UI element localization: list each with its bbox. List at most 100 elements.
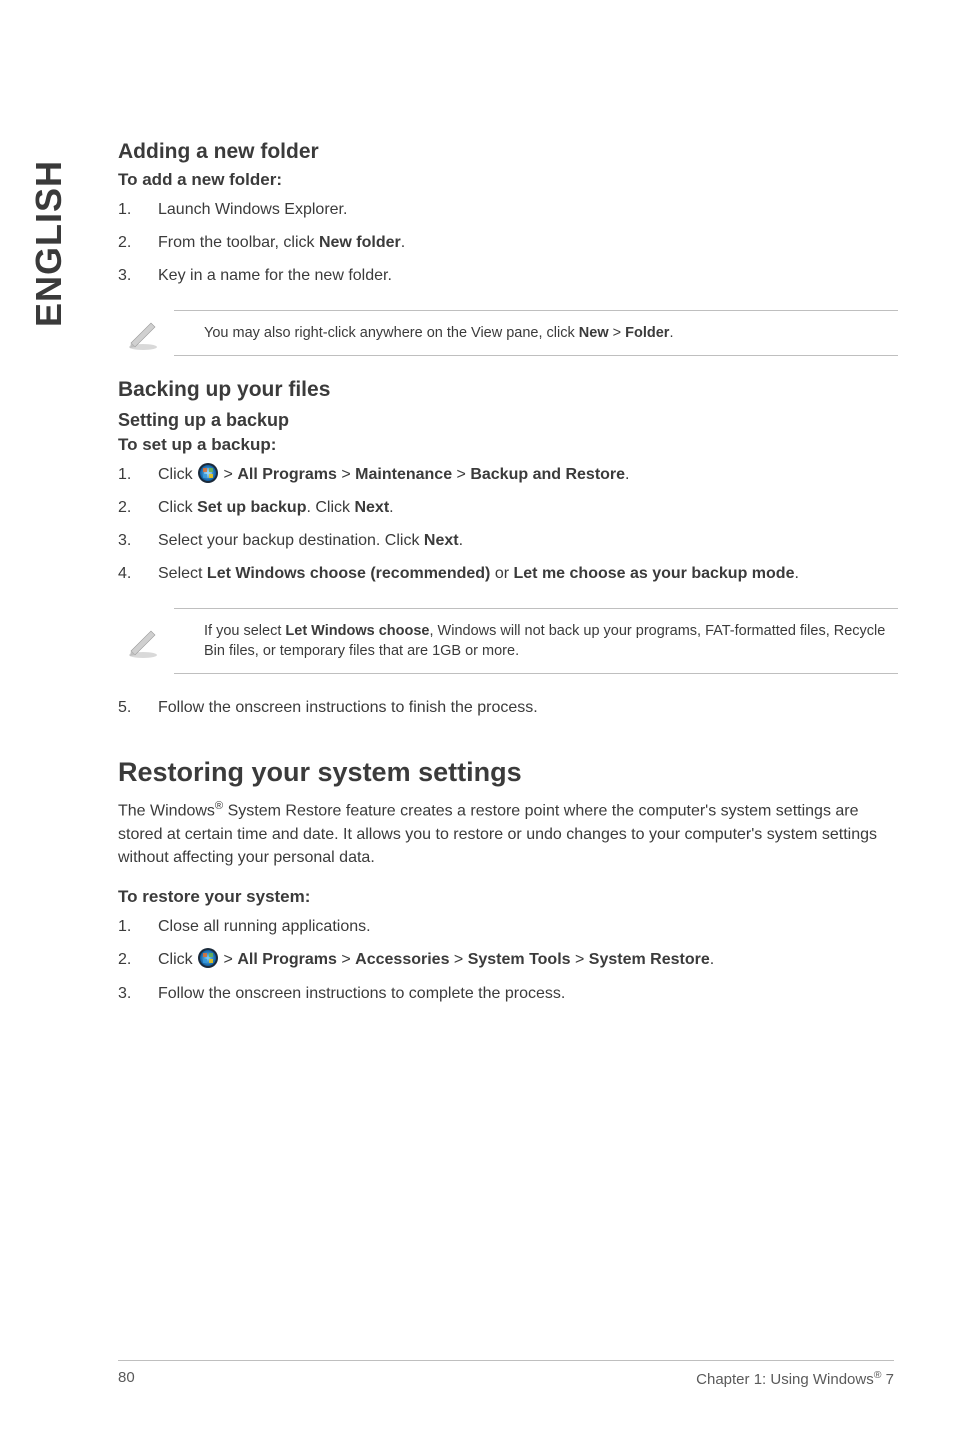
step-number: 4.: [118, 562, 158, 585]
list-item: 5. Follow the onscreen instructions to f…: [118, 696, 898, 719]
text: >: [337, 951, 355, 968]
sub-add-folder: To add a new folder:: [118, 170, 898, 190]
bold-text: Let me choose as your backup mode: [514, 565, 795, 582]
list-item: 3. Key in a name for the new folder.: [118, 264, 898, 287]
heading-add-folder: Adding a new folder: [118, 140, 898, 164]
bold-text: Backup and Restore: [470, 466, 625, 483]
list-item: 1. Launch Windows Explorer.: [118, 198, 898, 221]
bold-text: Folder: [625, 325, 669, 341]
text: >: [337, 466, 355, 483]
step-text: Close all running applications.: [158, 915, 898, 938]
bold-text: New folder: [319, 234, 401, 251]
restore-para: The Windows® System Restore feature crea…: [118, 798, 898, 869]
step-text: From the toolbar, click New folder.: [158, 231, 898, 254]
text: or: [490, 565, 513, 582]
note-block: You may also right-click anywhere on the…: [118, 310, 898, 356]
text: .: [669, 325, 673, 341]
list-item: 2. From the toolbar, click New folder.: [118, 231, 898, 254]
step-number: 2.: [118, 948, 158, 971]
restore-list: 1. Close all running applications. 2. Cl…: [118, 915, 898, 1005]
sup-text: ®: [215, 800, 223, 812]
text: If you select: [204, 623, 285, 639]
bold-text: Maintenance: [355, 466, 452, 483]
windows-orb-icon: [197, 462, 219, 484]
text: From the toolbar, click: [158, 234, 319, 251]
step-text: Select Let Windows choose (recommended) …: [158, 562, 898, 585]
backup-list: 1. Click > All Programs > Maintenance > …: [118, 463, 898, 586]
step-text: Click > All Programs > Maintenance > Bac…: [158, 463, 898, 486]
text: >: [219, 951, 237, 968]
text: >: [452, 466, 470, 483]
add-folder-list: 1. Launch Windows Explorer. 2. From the …: [118, 198, 898, 288]
step-text: Click > All Programs > Accessories > Sys…: [158, 948, 898, 971]
list-item: 3. Follow the onscreen instructions to c…: [118, 982, 898, 1005]
text: Chapter 1: Using Windows: [696, 1371, 874, 1388]
text: Click: [158, 466, 197, 483]
list-item: 1. Click > All Programs > Maintenance > …: [118, 463, 898, 486]
step-number: 2.: [118, 496, 158, 519]
text: .: [625, 466, 629, 483]
pencil-icon: [118, 313, 168, 353]
note-text: If you select Let Windows choose, Window…: [174, 608, 898, 675]
heading-backup: Backing up your files: [118, 378, 898, 402]
bold-text: System Tools: [468, 951, 571, 968]
language-tab: ENGLISH: [28, 160, 70, 327]
windows-orb-icon: [197, 947, 219, 969]
list-item: 4. Select Let Windows choose (recommende…: [118, 562, 898, 585]
text: >: [219, 466, 237, 483]
bold-text: Next: [424, 532, 459, 549]
bold-text: New: [579, 325, 609, 341]
text: .: [710, 951, 714, 968]
text: .: [401, 234, 405, 251]
sub-restore: To restore your system:: [118, 887, 898, 907]
bold-text: Let Windows choose (recommended): [207, 565, 490, 582]
list-item: 1. Close all running applications.: [118, 915, 898, 938]
step-text: Select your backup destination. Click Ne…: [158, 529, 898, 552]
backup-list-2: 5. Follow the onscreen instructions to f…: [118, 696, 898, 719]
step-number: 3.: [118, 982, 158, 1005]
list-item: 2. Click > All Programs > Accessories > …: [118, 948, 898, 971]
note-text: You may also right-click anywhere on the…: [174, 310, 898, 356]
step-text: Follow the onscreen instructions to fini…: [158, 696, 898, 719]
text: .: [389, 499, 393, 516]
step-number: 3.: [118, 529, 158, 552]
list-item: 2. Click Set up backup. Click Next.: [118, 496, 898, 519]
page-number: 80: [118, 1369, 135, 1388]
text: >: [449, 951, 467, 968]
step-number: 2.: [118, 231, 158, 254]
text: . Click: [306, 499, 354, 516]
footer-line: 80 Chapter 1: Using Windows® 7: [118, 1360, 894, 1388]
pencil-icon: [118, 621, 168, 661]
note-block: If you select Let Windows choose, Window…: [118, 608, 898, 675]
step-number: 1.: [118, 198, 158, 221]
text: >: [609, 325, 626, 341]
bold-text: All Programs: [237, 466, 337, 483]
page-content: Adding a new folder To add a new folder:…: [118, 140, 898, 1015]
text: Select: [158, 565, 207, 582]
bold-text: System Restore: [589, 951, 710, 968]
step-text: Key in a name for the new folder.: [158, 264, 898, 287]
sub-backup: Setting up a backup: [118, 410, 898, 431]
heading-restore: Restoring your system settings: [118, 757, 898, 788]
page-footer: 80 Chapter 1: Using Windows® 7: [0, 1360, 954, 1388]
text: Click: [158, 951, 197, 968]
step-number: 5.: [118, 696, 158, 719]
step-text: Launch Windows Explorer.: [158, 198, 898, 221]
chapter-label: Chapter 1: Using Windows® 7: [696, 1369, 894, 1388]
text: The Windows: [118, 803, 215, 820]
step-number: 1.: [118, 915, 158, 938]
text: .: [794, 565, 798, 582]
bold-text: Let Windows choose: [285, 623, 429, 639]
bold-text: Accessories: [355, 951, 449, 968]
subb-backup: To set up a backup:: [118, 435, 898, 455]
text: >: [571, 951, 589, 968]
text: 7: [881, 1371, 894, 1388]
text: System Restore feature creates a restore…: [118, 803, 877, 866]
bold-text: Set up backup: [197, 499, 306, 516]
step-number: 1.: [118, 463, 158, 486]
bold-text: Next: [354, 499, 389, 516]
step-text: Click Set up backup. Click Next.: [158, 496, 898, 519]
step-text: Follow the onscreen instructions to comp…: [158, 982, 898, 1005]
list-item: 3. Select your backup destination. Click…: [118, 529, 898, 552]
step-number: 3.: [118, 264, 158, 287]
